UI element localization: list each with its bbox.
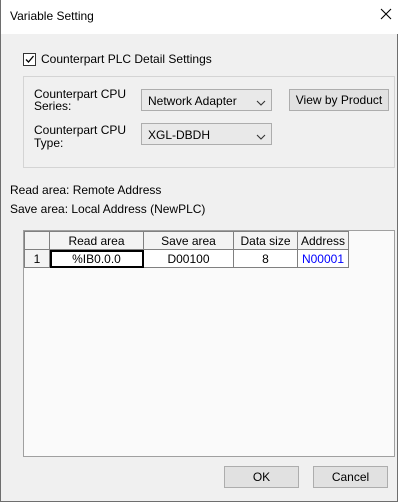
variable-table: Read area Save area Data size Address 1 … xyxy=(24,231,349,268)
detail-settings-label: Counterpart PLC Detail Settings xyxy=(41,52,212,66)
detail-settings-checkbox-row[interactable]: Counterpart PLC Detail Settings xyxy=(23,51,212,67)
save-area-info: Save area: Local Address (NewPLC) xyxy=(10,202,206,216)
address-cell[interactable]: N00001 xyxy=(297,249,349,268)
header-data-size[interactable]: Data size xyxy=(233,231,298,250)
cpu-type-value: XGL-DBDH xyxy=(148,128,211,142)
data-size-cell[interactable]: 8 xyxy=(233,249,298,268)
header-read-area[interactable]: Read area xyxy=(49,231,144,250)
detail-settings-checkbox[interactable] xyxy=(23,52,36,66)
save-area-cell[interactable]: D00100 xyxy=(143,249,234,268)
header-corner xyxy=(24,231,50,250)
header-address[interactable]: Address xyxy=(297,231,349,250)
header-save-area[interactable]: Save area xyxy=(143,231,234,250)
cpu-type-dropdown[interactable]: XGL-DBDH xyxy=(141,123,272,145)
cpu-series-dropdown[interactable]: Network Adapter xyxy=(141,89,272,111)
cpu-type-label-line2: Type: xyxy=(34,136,64,150)
table-header-row: Read area Save area Data size Address xyxy=(24,231,349,250)
variable-grid[interactable]: Read area Save area Data size Address 1 … xyxy=(23,230,395,457)
cpu-series-label-line2: Series: xyxy=(34,99,72,113)
chevron-down-icon xyxy=(256,96,266,106)
cpu-settings-group: Counterpart CPU Series: Network Adapter … xyxy=(23,76,395,168)
cpu-series-value: Network Adapter xyxy=(148,94,237,108)
variable-setting-dialog: Variable Setting Counterpart PLC Detail … xyxy=(0,0,399,502)
title-bar: Variable Setting xyxy=(1,0,399,34)
check-icon xyxy=(25,55,34,63)
view-by-product-button[interactable]: View by Product xyxy=(289,89,389,111)
cancel-button[interactable]: Cancel xyxy=(313,466,388,488)
ok-button[interactable]: OK xyxy=(224,466,299,488)
table-row[interactable]: 1 %IB0.0.0 D00100 8 N00001 xyxy=(24,249,349,268)
read-area-info: Read area: Remote Address xyxy=(10,183,162,197)
read-area-cell[interactable]: %IB0.0.0 xyxy=(49,249,144,268)
close-icon[interactable] xyxy=(378,6,394,22)
chevron-down-icon xyxy=(256,130,266,140)
row-number[interactable]: 1 xyxy=(24,249,50,268)
window-title: Variable Setting xyxy=(10,9,94,23)
